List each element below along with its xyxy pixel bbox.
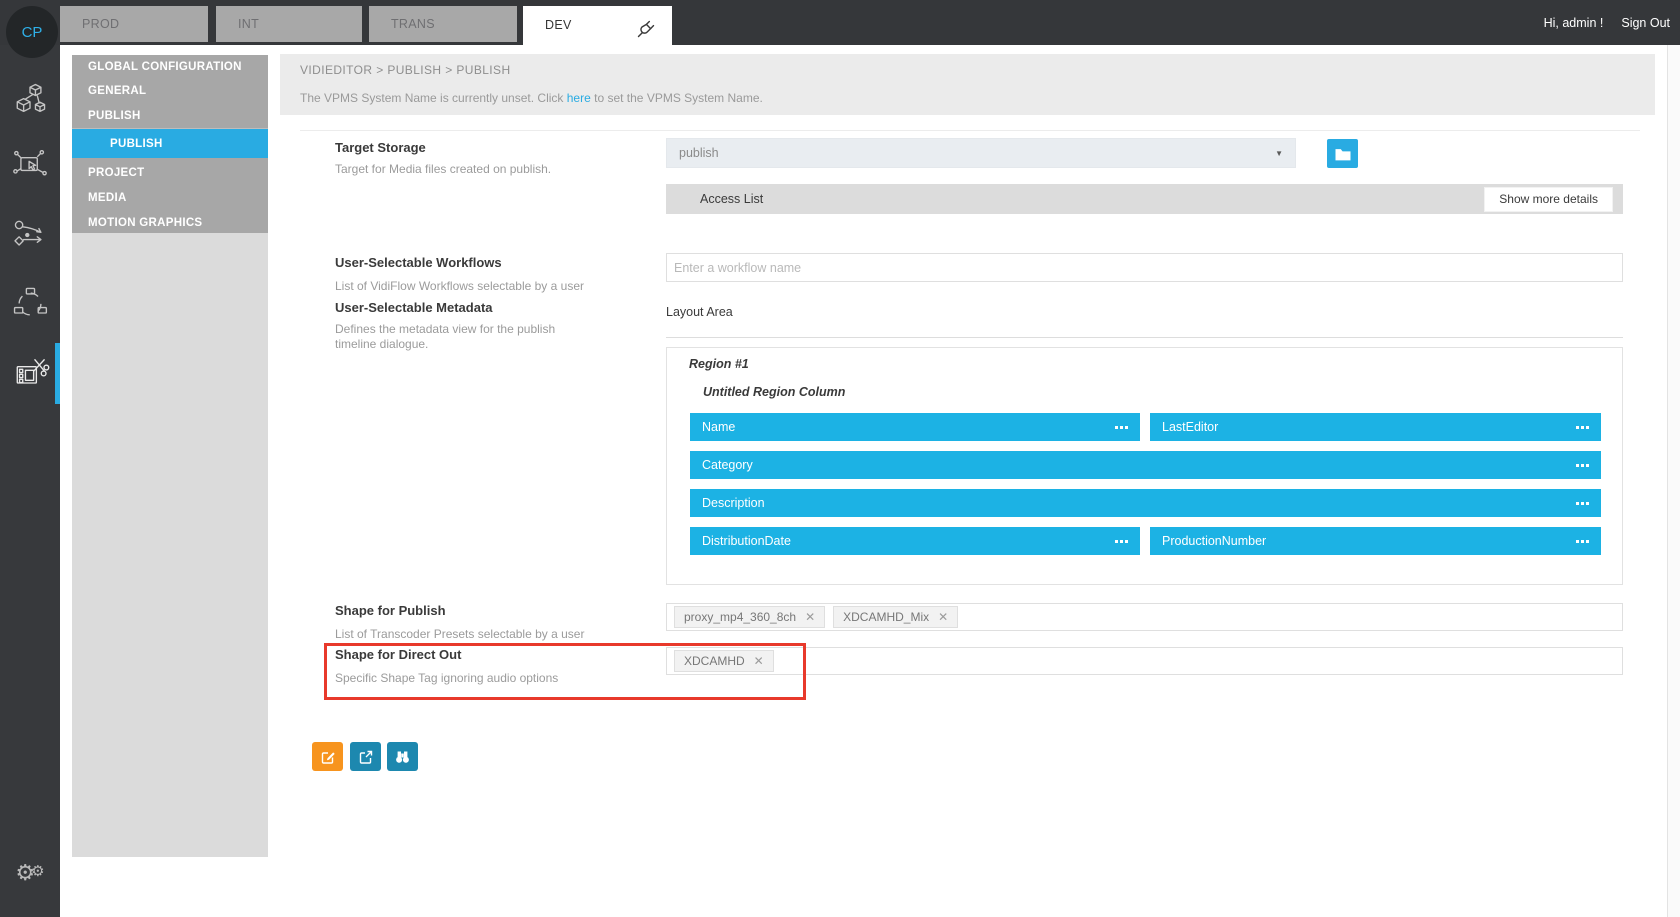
search-shapes-button[interactable] [387, 742, 418, 771]
workflows-label: User-Selectable Workflows [335, 255, 502, 270]
breadcrumb: VIDIEDITOR > PUBLISH > PUBLISH [300, 63, 511, 77]
greeting-text: Hi, admin ! [1544, 16, 1604, 30]
nav-header-global-configuration: GLOBAL CONFIGURATION [72, 55, 268, 79]
service-triad-icon[interactable] [8, 281, 52, 325]
session-controls: Hi, admin ! Sign Out [1544, 0, 1670, 45]
shape-direct-out-input[interactable]: XDCAMHD ✕ [666, 647, 1623, 675]
avatar-initials: CP [22, 24, 43, 41]
form-top-divider [300, 130, 1640, 131]
field-chip-category[interactable]: Category [690, 451, 1601, 479]
folder-icon [1334, 146, 1352, 162]
shape-publish-label: Shape for Publish [335, 603, 446, 618]
workflow-input-placeholder: Enter a workflow name [674, 261, 801, 275]
field-chip-lasteditor[interactable]: LastEditor [1150, 413, 1601, 441]
workflows-description: List of VidiFlow Workflows selectable by… [335, 279, 584, 294]
tag-xdcamhd-mix[interactable]: XDCAMHD_Mix ✕ [833, 606, 958, 628]
region-title: Region #1 [689, 357, 749, 371]
show-more-details-button[interactable]: Show more details [1484, 187, 1613, 212]
sign-out-link[interactable]: Sign Out [1621, 16, 1670, 30]
metadata-label: User-Selectable Metadata [335, 300, 493, 315]
chip-menu-dots-icon [1115, 540, 1128, 543]
layout-area-label: Layout Area [666, 305, 733, 319]
field-chip-distributiondate[interactable]: DistributionDate [690, 527, 1140, 555]
field-chip-description[interactable]: Description [690, 489, 1601, 517]
target-storage-label: Target Storage [335, 140, 426, 155]
target-storage-select[interactable]: publish ▼ [666, 138, 1296, 168]
tab-trans[interactable]: TRANS [369, 6, 517, 42]
nav-item-publish-group[interactable]: PUBLISH [72, 104, 268, 128]
field-chip-productionnumber[interactable]: ProductionNumber [1150, 527, 1601, 555]
browse-folder-button[interactable] [1327, 139, 1358, 168]
shape-publish-description: List of Transcoder Presets selectable by… [335, 627, 584, 642]
chip-menu-dots-icon [1576, 540, 1589, 543]
interactive-config-icon[interactable] [8, 143, 52, 187]
nav-item-project[interactable]: PROJECT [72, 161, 268, 186]
nav-section-global: GLOBAL CONFIGURATION GENERAL PUBLISH [72, 55, 268, 128]
tab-int[interactable]: INT [216, 6, 362, 42]
app-window: CP PROD INT TRANS DEV Hi, admin ! Sign O… [0, 0, 1680, 917]
tab-prod[interactable]: PROD [60, 6, 208, 42]
vpms-here-link[interactable]: here [567, 91, 591, 105]
workflow-name-input[interactable]: Enter a workflow name [666, 253, 1623, 282]
region-column-title: Untitled Region Column [703, 385, 845, 399]
edit-pencil-icon [320, 749, 336, 765]
access-list-label: Access List [700, 192, 763, 206]
tab-dev[interactable]: DEV [523, 6, 672, 45]
chip-menu-dots-icon [1115, 426, 1128, 429]
target-storage-value: publish [679, 146, 719, 160]
active-rail-indicator [55, 343, 60, 404]
scrollbar[interactable] [1667, 45, 1680, 917]
avatar[interactable]: CP [6, 6, 58, 58]
binoculars-icon [394, 749, 411, 765]
chip-menu-dots-icon [1576, 464, 1589, 467]
tag-proxy-mp4[interactable]: proxy_mp4_360_8ch ✕ [674, 606, 825, 628]
edit-button[interactable] [312, 742, 343, 771]
layout-area-divider [666, 337, 1623, 338]
nav-item-publish-active[interactable]: PUBLISH [72, 128, 268, 158]
videditor-scissors-icon[interactable] [8, 351, 52, 395]
nav-background [72, 233, 268, 857]
plug-icon [636, 16, 656, 55]
target-storage-description: Target for Media files created on publis… [335, 162, 551, 177]
external-link-icon [358, 749, 374, 765]
nav-section-areas: PROJECT MEDIA MOTION GRAPHICS [72, 158, 268, 233]
chip-menu-dots-icon [1576, 426, 1589, 429]
red-highlight-annotation [324, 643, 806, 700]
nav-item-general[interactable]: GENERAL [72, 79, 268, 103]
field-chip-name[interactable]: Name [690, 413, 1140, 441]
chevron-down-icon: ▼ [1275, 149, 1283, 158]
workflow-arrows-icon[interactable] [8, 213, 52, 257]
page-header: VIDIEDITOR > PUBLISH > PUBLISH The VPMS … [280, 54, 1655, 115]
nav-item-media[interactable]: MEDIA [72, 186, 268, 211]
open-external-button[interactable] [350, 742, 381, 771]
vpms-notice: The VPMS System Name is currently unset.… [300, 91, 763, 105]
chip-menu-dots-icon [1576, 502, 1589, 505]
settings-gears-icon[interactable]: ⚙⚙ [8, 850, 52, 894]
access-list-bar: Access List Show more details [666, 184, 1623, 214]
remove-tag-icon[interactable]: ✕ [938, 610, 948, 624]
modules-cubes-icon[interactable] [8, 78, 52, 122]
shape-publish-input[interactable]: proxy_mp4_360_8ch ✕ XDCAMHD_Mix ✕ [666, 603, 1623, 631]
remove-tag-icon[interactable]: ✕ [805, 610, 815, 624]
metadata-description: Defines the metadata view for the publis… [335, 322, 585, 352]
